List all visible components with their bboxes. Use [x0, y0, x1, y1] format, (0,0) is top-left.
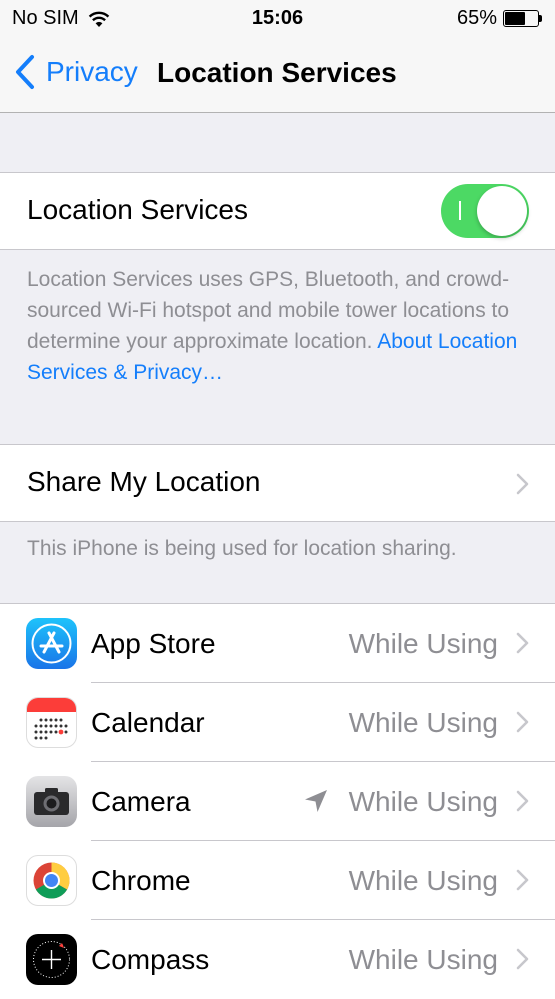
chevron-left-icon: [16, 55, 34, 89]
battery-percent: 65%: [456, 7, 497, 29]
back-label: Privacy: [46, 56, 138, 87]
page-title: Location Services: [157, 57, 397, 88]
app-row-calendar[interactable]: Calendar While Using: [0, 683, 555, 762]
calendar-icon: [26, 697, 77, 748]
location-services-group: Location Services: [0, 172, 555, 250]
chevron-right-icon: [516, 948, 529, 970]
share-location-group: Share My Location: [0, 444, 555, 522]
location-services-label: Location Services: [27, 194, 249, 225]
app-permission: While Using: [348, 786, 498, 817]
app-store-icon: [26, 618, 77, 669]
app-name: Compass: [91, 944, 210, 975]
chevron-right-icon: [516, 632, 529, 654]
chevron-right-icon: [516, 869, 529, 891]
compass-icon: [26, 934, 77, 985]
app-permission: While Using: [348, 628, 498, 659]
chevron-right-icon: [516, 711, 529, 733]
chevron-right-icon: [516, 790, 529, 812]
location-services-row: Location Services: [0, 173, 555, 249]
share-footer: This iPhone is being used for location s…: [27, 537, 457, 560]
toggle-knob: [477, 186, 527, 236]
status-bar: No SIM 15:06 65%: [0, 0, 555, 38]
app-name: App Store: [91, 628, 216, 659]
app-name: Calendar: [91, 707, 205, 738]
app-name: Chrome: [91, 865, 191, 896]
camera-icon: [26, 776, 77, 827]
chrome-icon: [26, 855, 77, 906]
location-arrow-icon: [305, 790, 327, 812]
app-row-chrome[interactable]: Chrome While Using: [0, 841, 555, 920]
app-row-compass[interactable]: Compass While Using: [0, 920, 555, 999]
app-permission: While Using: [348, 944, 498, 975]
status-right: 65%: [457, 7, 543, 30]
app-row-camera[interactable]: Camera While Using: [0, 762, 555, 841]
back-button[interactable]: Privacy: [14, 54, 138, 90]
app-row-app-store[interactable]: App Store While Using: [0, 604, 555, 683]
app-permission: While Using: [348, 865, 498, 896]
app-permission: While Using: [348, 707, 498, 738]
location-services-toggle[interactable]: [441, 184, 529, 238]
app-name: Camera: [91, 786, 191, 817]
battery-icon: [503, 10, 543, 27]
apps-list: App Store While Using Calendar While Usi…: [0, 603, 555, 999]
navigation-bar: Privacy Location Services: [0, 38, 555, 113]
share-my-location-row[interactable]: Share My Location: [0, 445, 555, 521]
share-my-location-label: Share My Location: [27, 466, 261, 497]
toggle-on-mark: [459, 201, 461, 220]
location-services-description: Location Services uses GPS, Bluetooth, a…: [27, 264, 532, 388]
chevron-right-icon: [516, 473, 529, 495]
